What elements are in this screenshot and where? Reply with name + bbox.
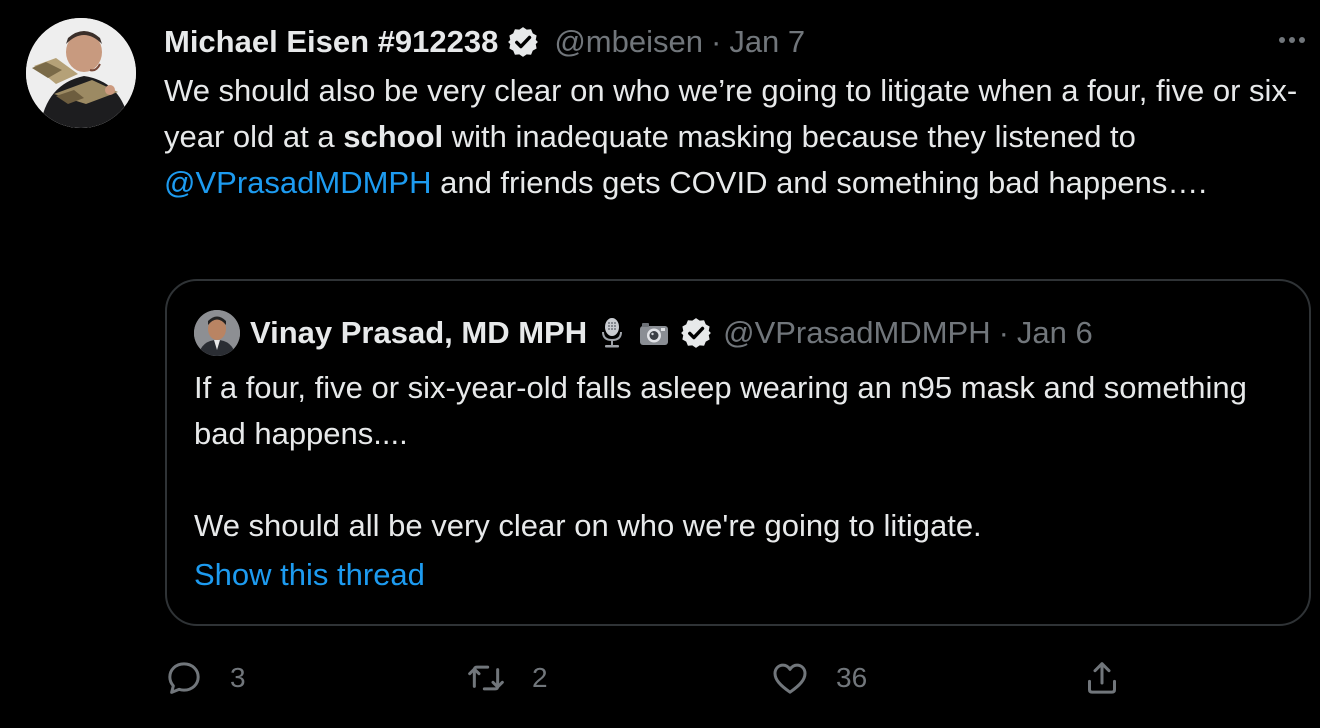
- quoted-paragraph: We should all be very clear on who we're…: [194, 508, 982, 543]
- reply-count: 3: [230, 662, 246, 693]
- tweet-text-bold: school: [343, 119, 444, 154]
- retweet-count: 2: [532, 662, 548, 693]
- author-avatar[interactable]: [26, 18, 136, 128]
- quoted-tweet-header: Vinay Prasad, MD MPH @VPrasadMDMPH · Jan…: [250, 312, 1093, 354]
- tweet-actions: 3 2 36: [164, 656, 1164, 700]
- show-thread-link[interactable]: Show this thread: [194, 557, 425, 593]
- reply-button[interactable]: 3: [164, 656, 246, 700]
- tweet-text-part: with inadequate masking because they lis…: [443, 119, 1136, 154]
- retweet-icon: [466, 658, 506, 698]
- tweet-date[interactable]: Jan 7: [729, 24, 805, 60]
- quoted-tweet[interactable]: Vinay Prasad, MD MPH @VPrasadMDMPH · Jan…: [165, 279, 1311, 626]
- like-count: 36: [836, 662, 868, 693]
- more-icon[interactable]: [1274, 28, 1310, 52]
- camera-icon: [637, 316, 671, 350]
- author-handle[interactable]: @mbeisen: [554, 24, 703, 60]
- quoted-tweet-date[interactable]: Jan 6: [1017, 315, 1093, 351]
- quoted-author-name: Vinay Prasad, MD MPH: [250, 315, 588, 350]
- share-button[interactable]: [1082, 656, 1122, 700]
- verified-badge-icon: [679, 316, 713, 350]
- author-name[interactable]: Michael Eisen #912238: [164, 24, 498, 60]
- tweet-header: Michael Eisen #912238 @mbeisen · Jan 7: [164, 22, 805, 62]
- like-icon: [770, 658, 810, 698]
- tweet[interactable]: Michael Eisen #912238 @mbeisen · Jan 7 W…: [0, 0, 1320, 728]
- retweet-button[interactable]: 2: [466, 656, 548, 700]
- reply-icon: [164, 658, 204, 698]
- share-icon: [1082, 658, 1122, 698]
- microphone-icon: [595, 316, 629, 350]
- mention-link[interactable]: @VPrasadMDMPH: [164, 165, 431, 200]
- quoted-paragraph: If a four, five or six-year-old falls as…: [194, 370, 1247, 451]
- verified-badge-icon: [506, 25, 540, 59]
- quoted-author-handle: @VPrasadMDMPH: [723, 315, 991, 350]
- tweet-text-part: and friends gets COVID and something bad…: [431, 165, 1207, 200]
- header-separator: ·: [710, 24, 722, 59]
- quoted-header-separator: ·: [998, 315, 1009, 350]
- quoted-author-avatar[interactable]: [194, 310, 240, 356]
- like-button[interactable]: 36: [770, 656, 867, 700]
- quoted-tweet-text: If a four, five or six-year-old falls as…: [194, 365, 1284, 549]
- tweet-text: We should also be very clear on who we’r…: [164, 68, 1314, 206]
